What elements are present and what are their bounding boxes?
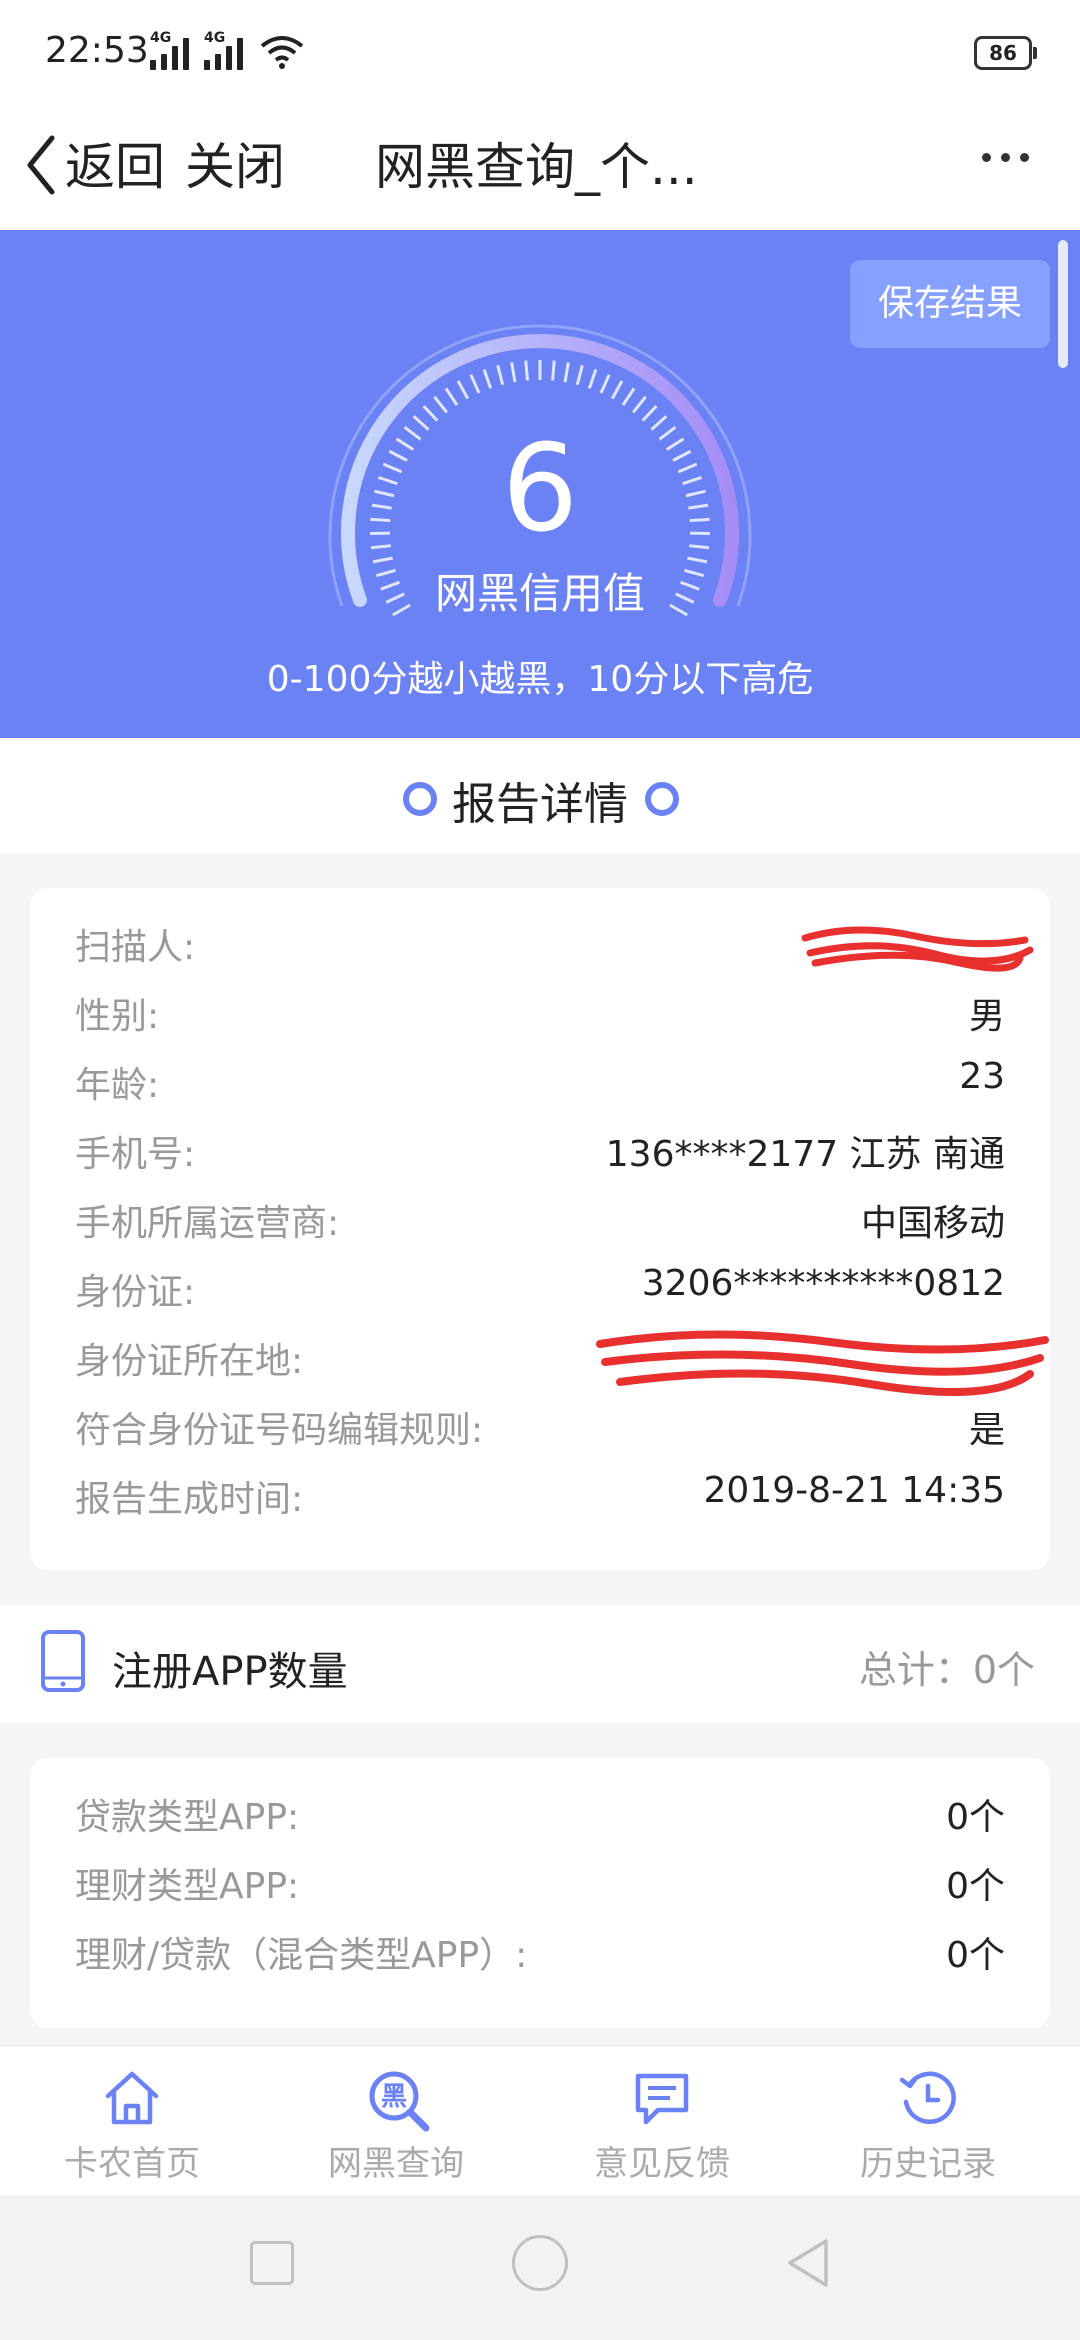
report-info-card: 扫描人: 性别: 男 年龄: 23 手机号: 136****2177 江苏 南通… [30, 888, 1050, 1570]
back-triangle-icon[interactable] [782, 2235, 832, 2291]
scrollbar[interactable] [1058, 240, 1068, 368]
home-button-icon[interactable] [512, 2235, 568, 2291]
registered-apps-card: 贷款类型APP: 0个 理财类型APP: 0个 理财/贷款（混合类型APP）: … [30, 1758, 1050, 2028]
redaction-scribble [596, 1330, 1049, 1396]
wifi-icon [260, 36, 304, 69]
tab-label: 卡农首页 [64, 2144, 200, 2184]
chevron-left-icon[interactable] [22, 130, 58, 200]
app-row: 理财类型APP: 0个 [75, 1857, 1005, 1917]
info-value: 23 [959, 1056, 1005, 1097]
report-title: 报告详情 [452, 779, 628, 830]
info-row: 手机所属运营商: 中国移动 [75, 1194, 1005, 1254]
navbar: 返回 关闭 网黑查询_个... [0, 105, 1080, 230]
app-row: 贷款类型APP: 0个 [75, 1788, 1005, 1848]
feedback-icon [635, 2073, 689, 2125]
info-row: 年龄: 23 [75, 1056, 1005, 1116]
info-value: 2019-8-21 14:35 [703, 1470, 1006, 1511]
info-key: 性别: [75, 996, 160, 1037]
app-value: 0个 [946, 1866, 1005, 1907]
info-key: 报告生成时间: [75, 1479, 304, 1520]
score-hero: 保存结果 6 网黑信用值 0-100分越小越黑，10分以下高危 [0, 230, 1080, 738]
info-key: 年龄: [75, 1065, 160, 1106]
info-key: 扫描人: [75, 927, 196, 968]
app-key: 贷款类型APP: [75, 1797, 300, 1838]
info-value: 3206**********0812 [641, 1263, 1005, 1304]
tab-label: 意见反馈 [594, 2144, 730, 2184]
info-key: 手机所属运营商: [75, 1203, 340, 1244]
redaction-scribble [801, 926, 1034, 972]
info-key: 身份证: [75, 1272, 196, 1313]
tab-feedback[interactable]: 意见反馈 [552, 2046, 772, 2196]
info-row: 扫描人: [75, 918, 1034, 978]
home-icon [105, 2071, 159, 2125]
app-value: 0个 [946, 1935, 1005, 1976]
signal-icon-2: 4G [204, 30, 243, 70]
report-header: 报告详情 [0, 738, 1080, 853]
blacklist-search-icon: 黑 [369, 2071, 430, 2132]
info-key: 符合身份证号码编辑规则: [75, 1410, 484, 1451]
tab-home[interactable]: 卡农首页 [22, 2046, 242, 2196]
status-bar: 22:53 4G 4G 86 [0, 0, 1080, 105]
registered-apps-title: 注册APP数量 [112, 1649, 348, 1695]
app-row: 理财/贷款（混合类型APP）: 0个 [75, 1926, 1005, 1986]
credit-score-label: 网黑信用值 [434, 569, 645, 618]
ring-icon [645, 782, 679, 816]
app-key: 理财/贷款（混合类型APP）: [75, 1935, 528, 1976]
registered-apps-header: 注册APP数量 总计：0个 [0, 1605, 1080, 1723]
app-value: 0个 [946, 1797, 1005, 1838]
back-button[interactable]: 返回 [65, 127, 165, 199]
info-value: 136****2177 江苏 南通 [605, 1134, 1005, 1175]
info-key: 身份证所在地: [75, 1341, 304, 1382]
info-row: 身份证所在地: [75, 1330, 1049, 1396]
history-icon [899, 2071, 956, 2125]
close-button[interactable]: 关闭 [185, 127, 285, 199]
credit-score: 6 [501, 420, 579, 559]
page-title: 网黑查询_个... [375, 138, 698, 196]
bottom-tab-bar: 卡农首页 黑 网黑查询 意见反馈 历史记录 [0, 2045, 1080, 2196]
tab-blacklist-search[interactable]: 黑 网黑查询 [286, 2046, 506, 2196]
system-nav-bar [0, 2195, 1080, 2340]
recent-apps-icon[interactable] [250, 2241, 294, 2285]
info-value: 中国移动 [860, 1203, 1005, 1244]
info-key: 手机号: [75, 1134, 196, 1175]
svg-text:黑: 黑 [381, 2082, 407, 2112]
registered-apps-total: 总计：0个 [858, 1648, 1035, 1692]
battery-icon: 86 [974, 36, 1037, 70]
score-hint: 0-100分越小越黑，10分以下高危 [266, 659, 814, 700]
tab-history[interactable]: 历史记录 [818, 2046, 1038, 2196]
tab-label: 网黑查询 [328, 2144, 464, 2184]
info-row: 身份证: 3206**********0812 [75, 1263, 1005, 1323]
info-value: 是 [968, 1410, 1005, 1451]
info-row: 符合身份证号码编辑规则: 是 [75, 1401, 1005, 1461]
signal-icon-1: 4G [150, 30, 189, 70]
info-row: 手机号: 136****2177 江苏 南通 [75, 1125, 1005, 1185]
save-result-button[interactable]: 保存结果 [850, 260, 1050, 348]
status-time: 22:53 [45, 30, 149, 71]
tab-label: 历史记录 [860, 2144, 996, 2184]
info-value: 男 [968, 996, 1005, 1037]
app-key: 理财类型APP: [75, 1866, 300, 1907]
more-icon[interactable] [982, 153, 1029, 162]
phone-icon [41, 1630, 85, 1692]
info-row: 性别: 男 [75, 987, 1005, 1047]
info-row: 报告生成时间: 2019-8-21 14:35 [75, 1470, 1005, 1530]
